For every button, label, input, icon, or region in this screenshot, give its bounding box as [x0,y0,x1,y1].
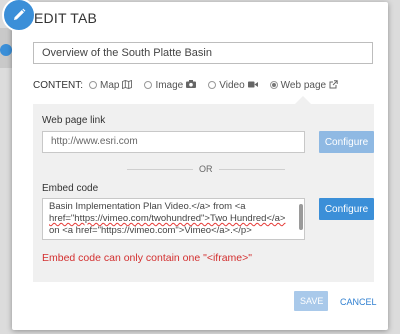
configure-link-button[interactable]: Configure [319,131,374,153]
webpage-link-label: Web page link [42,115,106,126]
dialog-title: EDIT TAB [34,10,98,26]
map-option-label: Map [100,79,120,91]
content-option-video[interactable]: Video [208,79,258,91]
video-radio[interactable] [208,81,217,89]
content-label: CONTENT: [33,79,83,91]
webpage-settings-panel: Web page link http://www.esri.com Config… [33,104,374,282]
save-button[interactable]: SAVE [294,291,328,311]
content-option-webpage[interactable]: Web page [269,79,338,91]
or-divider-left [127,169,193,170]
content-option-map[interactable]: Map [89,79,133,91]
video-camera-icon [247,80,258,90]
webpage-option-label: Web page [280,79,327,91]
content-option-image[interactable]: Image [144,79,197,91]
or-divider-right [219,169,285,170]
map-icon [122,79,133,91]
map-radio[interactable] [89,81,97,89]
tab-title-input[interactable]: Overview of the South Platte Basin [33,42,373,64]
or-label: OR [199,164,213,174]
embed-code-line: href="https://vimeo.com/twohundred">Two … [49,213,286,224]
edit-tab-dialog: EDIT TAB Overview of the South Platte Ba… [2,0,388,330]
content-type-selector: CONTENT: Map Image Video Web page [33,78,350,92]
external-link-icon [329,79,338,91]
pencil-icon [2,0,36,32]
cancel-button[interactable]: CANCEL [340,297,377,307]
map-marker-icon [0,44,12,56]
image-option-label: Image [155,79,184,91]
video-option-label: Video [219,79,245,91]
webpage-radio[interactable] [269,81,278,89]
panel-pointer [295,96,311,104]
embed-code-label: Embed code [42,183,99,194]
embed-error-message: Embed code can only contain one "<iframe… [42,252,252,264]
camera-icon [186,80,197,90]
embed-code-textarea[interactable]: Basin Implementation Plan Video.</a> fro… [42,198,305,240]
embed-code-line: on <a href="https://vimeo.com">Vimeo</a>… [49,225,252,236]
configure-embed-button[interactable]: Configure [319,198,374,220]
image-radio[interactable] [144,81,153,89]
embed-code-line: Basin Implementation Plan Video.</a> fro… [49,201,246,212]
textarea-scrollbar[interactable] [299,204,303,230]
webpage-link-input[interactable]: http://www.esri.com [42,131,305,153]
